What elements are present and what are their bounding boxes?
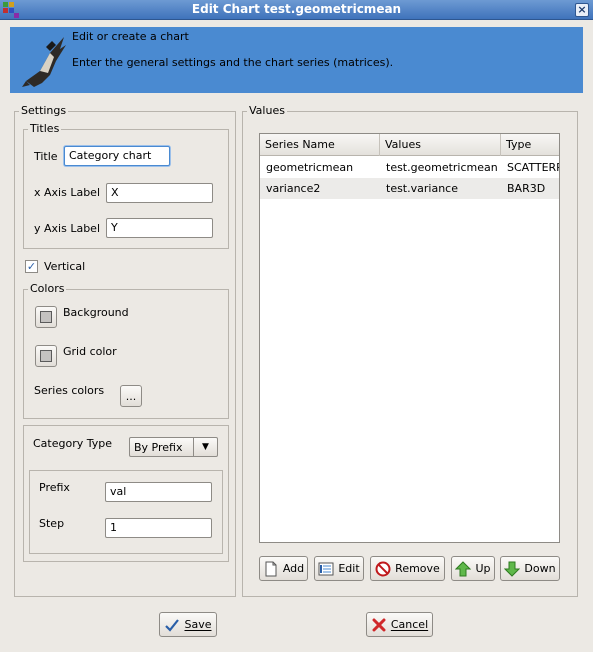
save-button-label: Save bbox=[184, 618, 212, 631]
grid-color-label: Grid color bbox=[63, 345, 117, 358]
colors-legend: Colors bbox=[28, 282, 67, 295]
arrow-up-icon bbox=[455, 560, 472, 576]
values-legend: Values bbox=[247, 104, 287, 117]
remove-button[interactable]: Remove bbox=[370, 556, 445, 581]
x-axis-input[interactable]: X bbox=[106, 183, 213, 203]
prefix-input[interactable]: val bbox=[105, 482, 212, 502]
bird-logo-icon bbox=[22, 37, 66, 87]
cancel-button[interactable]: Cancel bbox=[366, 612, 433, 637]
table-row[interactable]: geometricmean test.geometricmean SCATTER… bbox=[260, 157, 559, 178]
header-banner: Edit or create a chart Enter the general… bbox=[10, 27, 583, 93]
banner-heading: Edit or create a chart bbox=[72, 30, 189, 43]
grid-swatch bbox=[40, 350, 52, 362]
banner-description: Enter the general settings and the chart… bbox=[72, 56, 394, 69]
background-color-button[interactable] bbox=[35, 306, 57, 328]
titles-legend: Titles bbox=[28, 122, 62, 135]
category-type-value: By Prefix bbox=[134, 441, 183, 454]
cancel-icon bbox=[372, 618, 386, 631]
series-colors-button[interactable]: ... bbox=[120, 385, 142, 407]
arrow-down-icon bbox=[504, 561, 521, 577]
title-input[interactable]: Category chart bbox=[64, 146, 170, 166]
table-header: Series Name Values Type bbox=[260, 134, 559, 156]
edit-button[interactable]: Edit bbox=[314, 556, 364, 581]
table-cell: variance2 bbox=[266, 182, 321, 195]
window-title: Edit Chart test.geometricmean bbox=[191, 2, 402, 16]
step-input[interactable]: 1 bbox=[105, 518, 212, 538]
window-titlebar[interactable]: Edit Chart test.geometricmean × bbox=[0, 0, 593, 20]
save-button[interactable]: Save bbox=[159, 612, 217, 637]
vertical-checkbox[interactable]: ✓ bbox=[25, 260, 38, 273]
grid-color-button[interactable] bbox=[35, 345, 57, 367]
y-axis-input[interactable]: Y bbox=[106, 218, 213, 238]
checkmark-icon: ✓ bbox=[26, 260, 37, 273]
title-label: Title bbox=[34, 150, 58, 163]
add-button-label: Add bbox=[282, 562, 305, 575]
up-button[interactable]: Up bbox=[451, 556, 495, 581]
x-axis-label: x Axis Label bbox=[34, 186, 100, 199]
series-colors-label: Series colors bbox=[34, 384, 105, 397]
edit-button-label: Edit bbox=[338, 562, 360, 575]
step-label: Step bbox=[39, 517, 65, 530]
table-row[interactable]: variance2 test.variance BAR3D bbox=[260, 178, 559, 199]
checkmark-icon bbox=[165, 618, 180, 632]
table-cell: geometricmean bbox=[266, 161, 354, 174]
prefix-label: Prefix bbox=[39, 481, 70, 494]
table-cell: test.variance bbox=[386, 182, 458, 195]
remove-icon bbox=[375, 561, 391, 576]
table-cell: test.geometricmean bbox=[386, 161, 498, 174]
down-button-label: Down bbox=[524, 562, 556, 575]
close-button[interactable]: × bbox=[575, 3, 589, 17]
edit-list-icon bbox=[318, 562, 334, 575]
y-axis-label: y Axis Label bbox=[34, 222, 100, 235]
series-table[interactable]: Series Name Values Type geometricmean te… bbox=[259, 133, 560, 543]
column-header-series-name[interactable]: Series Name bbox=[260, 134, 380, 156]
background-swatch bbox=[40, 311, 52, 323]
column-header-values[interactable]: Values bbox=[380, 134, 501, 156]
table-cell: SCATTERPLOT bbox=[507, 161, 559, 174]
new-document-icon bbox=[265, 561, 277, 576]
category-type-select[interactable]: By Prefix ▼ bbox=[129, 437, 218, 457]
background-label: Background bbox=[63, 306, 129, 319]
up-button-label: Up bbox=[475, 562, 491, 575]
cancel-button-label: Cancel bbox=[390, 618, 429, 631]
remove-button-label: Remove bbox=[395, 562, 440, 575]
down-button[interactable]: Down bbox=[500, 556, 560, 581]
category-type-label: Category Type bbox=[33, 437, 113, 450]
add-button[interactable]: Add bbox=[259, 556, 308, 581]
dropdown-arrow-icon: ▼ bbox=[193, 438, 217, 456]
table-cell: BAR3D bbox=[507, 182, 546, 195]
vertical-label: Vertical bbox=[44, 260, 86, 273]
settings-legend: Settings bbox=[19, 104, 69, 117]
column-header-type[interactable]: Type bbox=[501, 134, 559, 156]
